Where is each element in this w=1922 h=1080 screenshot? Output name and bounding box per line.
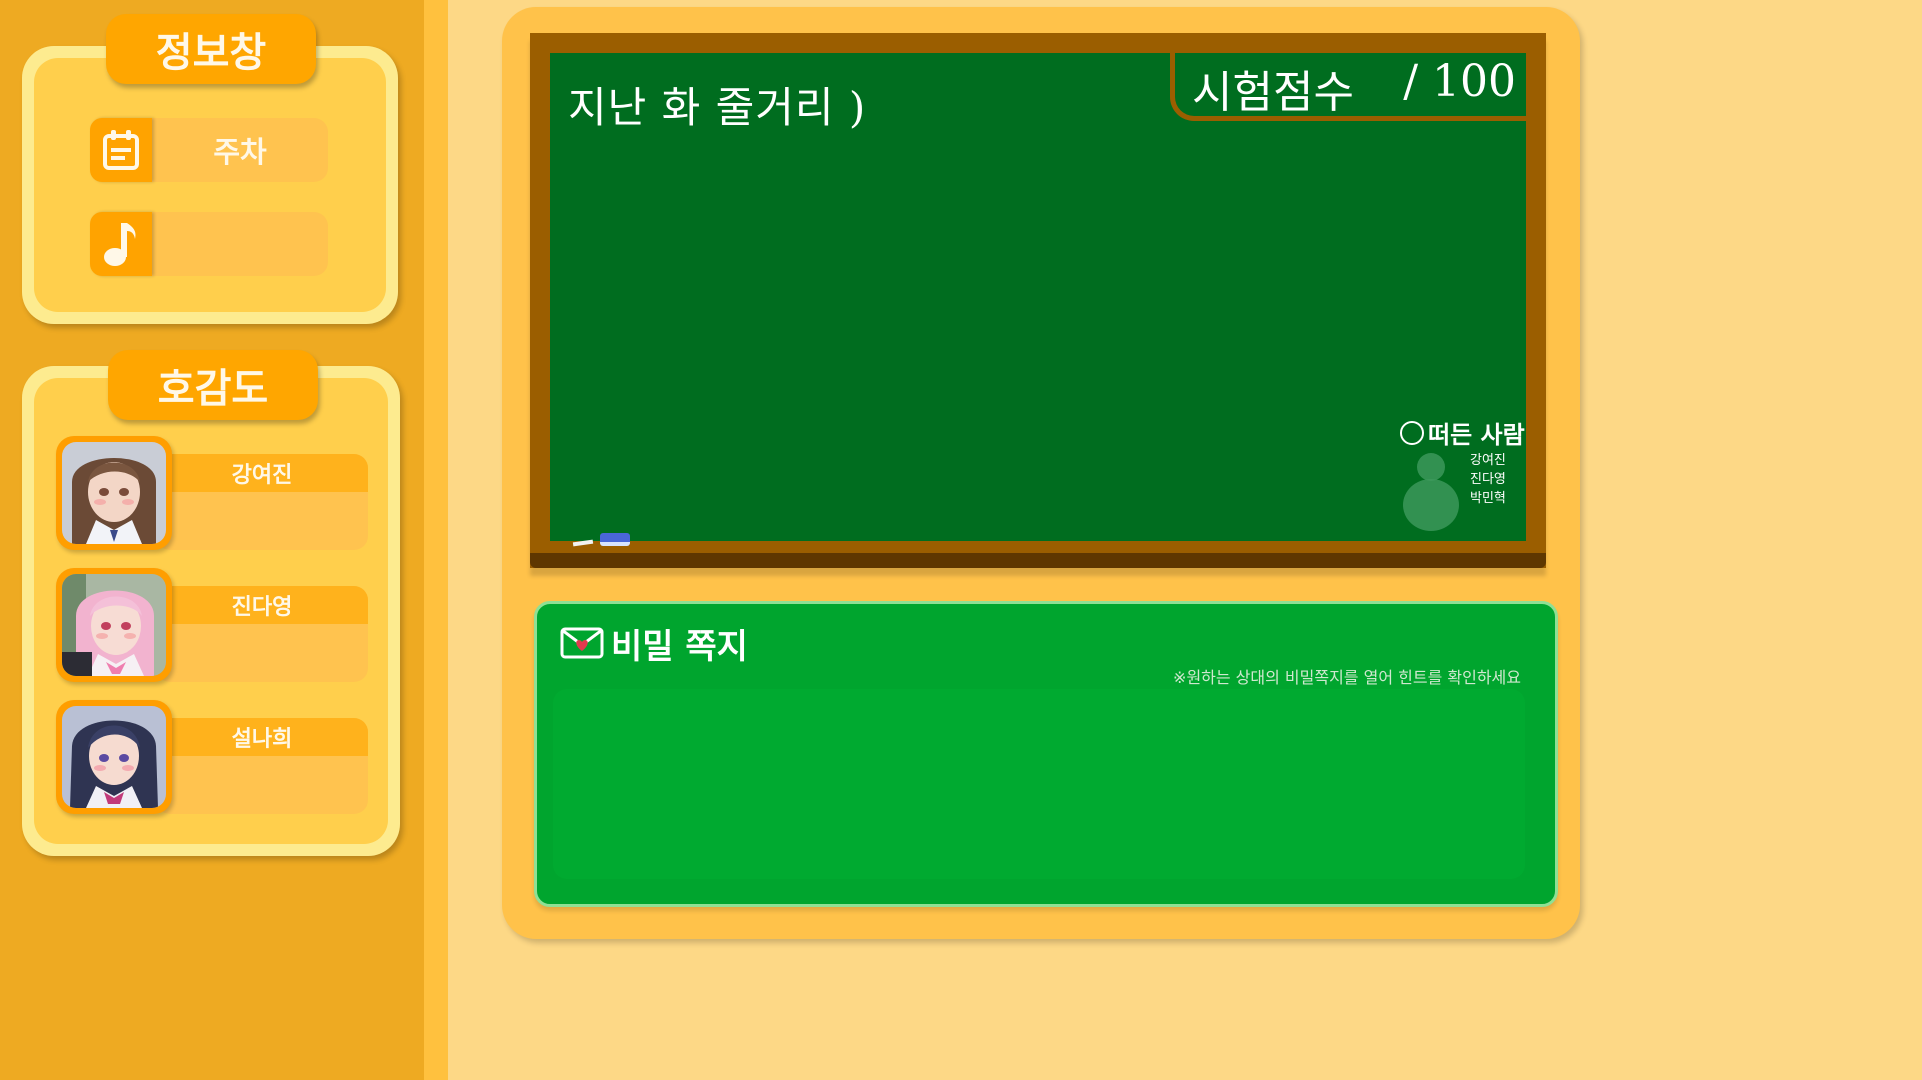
character-name: 진다영 xyxy=(156,586,368,624)
character-name: 강여진 xyxy=(156,454,368,492)
music-note-icon xyxy=(90,212,152,276)
chalkboard-ledge xyxy=(530,553,1546,568)
info-panel-title: 정보창 xyxy=(106,14,316,84)
brown-hair-girl-portrait[interactable] xyxy=(56,436,172,550)
secret-note-content[interactable] xyxy=(553,689,1525,879)
character-row[interactable]: 진다영 xyxy=(56,568,368,682)
score-label: 시험점수 xyxy=(1192,67,1354,118)
noisy-name: 진다영 xyxy=(1470,472,1506,487)
character-row[interactable]: 강여진 xyxy=(56,436,368,550)
eraser-icon xyxy=(600,533,630,546)
week-row[interactable]: 주차 xyxy=(90,118,328,182)
music-row[interactable] xyxy=(90,212,328,276)
week-label: 주차 xyxy=(213,135,267,169)
character-name: 설나희 xyxy=(156,718,368,756)
score-max: / 100 xyxy=(1403,56,1516,107)
navy-hair-girl-portrait[interactable] xyxy=(56,700,172,814)
heart-envelope-icon xyxy=(560,627,604,659)
noisy-people-title: 떠든 사람 xyxy=(1428,421,1525,449)
sidebar-edge xyxy=(424,0,448,1080)
student-figure-icon xyxy=(1400,449,1462,533)
affinity-bar: 강여진 xyxy=(156,454,368,550)
noisy-people-names: 강여진 진다영 박민혁 xyxy=(1470,451,1506,508)
recap-title: 지난 화 줄거리 ) xyxy=(568,83,867,132)
affinity-bar: 진다영 xyxy=(156,586,368,682)
smile-icon xyxy=(1400,421,1424,445)
affinity-panel-title: 호감도 xyxy=(108,350,318,420)
noisy-name: 박민혁 xyxy=(1470,491,1506,506)
noisy-name: 강여진 xyxy=(1470,453,1506,468)
calendar-icon xyxy=(90,118,152,182)
pink-hair-girl-portrait[interactable] xyxy=(56,568,172,682)
character-row[interactable]: 설나희 xyxy=(56,700,368,814)
noisy-people-board: 떠든 사람 강여진 진다영 박민혁 xyxy=(1400,415,1525,533)
secret-note-title: 비밀 쪽지 xyxy=(611,627,748,667)
secret-note-hint: ※원하는 상대의 비밀쪽지를 열어 힌트를 확인하세요 xyxy=(1173,668,1521,687)
affinity-bar: 설나희 xyxy=(156,718,368,814)
info-panel xyxy=(22,46,398,324)
music-label xyxy=(152,212,328,276)
